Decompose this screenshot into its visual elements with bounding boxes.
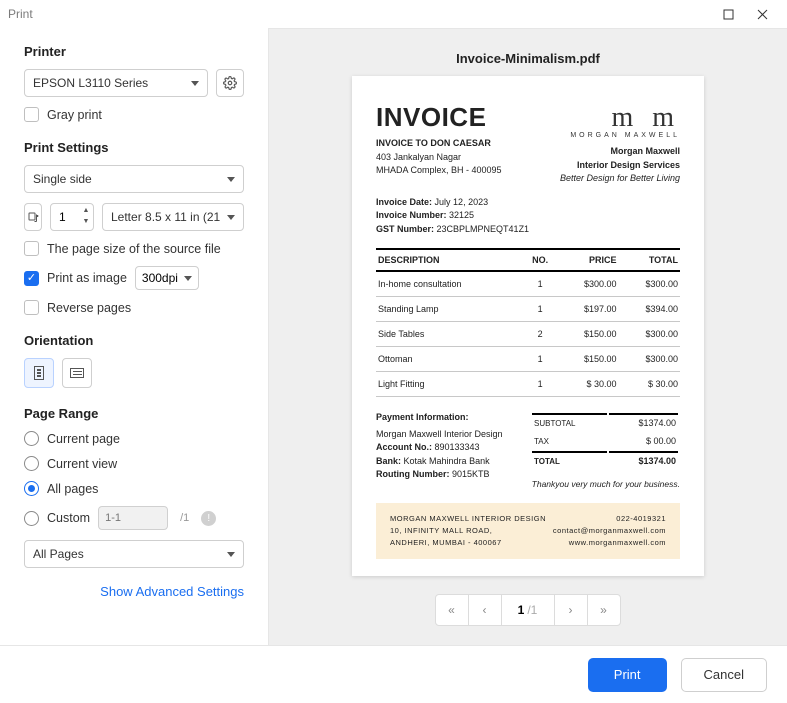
preview-page: INVOICE INVOICE TO DON CAESAR 403 Jankal… [352, 76, 704, 576]
from-sub: Interior Design Services [577, 160, 680, 170]
reverse-pages-checkbox[interactable] [24, 300, 39, 315]
range-custom-label: Custom [47, 511, 90, 525]
collate-button[interactable] [24, 203, 42, 231]
table-row: Light Fitting1$ 30.00$ 30.00 [376, 372, 680, 397]
gray-print-checkbox[interactable] [24, 107, 39, 122]
logo-icon: m m [560, 102, 680, 134]
paper-size-select[interactable]: Letter 8.5 x 11 in (21 [102, 203, 244, 231]
table-row: Ottoman1$150.00$300.00 [376, 347, 680, 372]
orientation-portrait-button[interactable] [24, 358, 54, 388]
pager-next-button[interactable]: › [554, 594, 588, 626]
range-current-page-label: Current page [47, 432, 120, 446]
dpi-select[interactable]: 300dpi [135, 266, 199, 290]
table-row: Side Tables2$150.00$300.00 [376, 322, 680, 347]
range-custom-input[interactable] [98, 506, 168, 530]
range-all-pages-label: All pages [47, 482, 98, 496]
copies-down[interactable]: ▼ [81, 216, 91, 227]
printer-section-title: Printer [24, 44, 244, 59]
printer-properties-button[interactable] [216, 69, 244, 97]
source-size-label: The page size of the source file [47, 242, 221, 256]
duplex-select[interactable]: Single side [24, 165, 244, 193]
range-current-view-label: Current view [47, 457, 117, 471]
range-custom-radio[interactable] [24, 511, 39, 526]
printer-select[interactable]: EPSON L3110 Series [24, 69, 208, 97]
table-row: Standing Lamp1$197.00$394.00 [376, 297, 680, 322]
close-button[interactable] [745, 0, 779, 28]
invoice-to: INVOICE TO DON CAESAR [376, 137, 502, 151]
print-settings-section-title: Print Settings [24, 140, 244, 155]
range-current-page-radio[interactable] [24, 431, 39, 446]
print-as-image-label: Print as image [47, 271, 127, 285]
settings-sidebar: Printer EPSON L3110 Series Gray print Pr… [0, 28, 268, 645]
range-custom-of: /1 [180, 512, 189, 524]
page-subset-select[interactable]: All Pages [24, 540, 244, 568]
cancel-button[interactable]: Cancel [681, 658, 767, 692]
preview-pager: « ‹ 1/1 › » [436, 594, 621, 626]
pager-prev-button[interactable]: ‹ [468, 594, 502, 626]
invoice-table: DESCRIPTION NO. PRICE TOTAL In-home cons… [376, 248, 680, 397]
window-title: Print [8, 7, 33, 21]
preview-area: Invoice-Minimalism.pdf INVOICE INVOICE T… [268, 28, 787, 645]
maximize-button[interactable] [711, 0, 745, 28]
table-row: In-home consultation1$300.00$300.00 [376, 271, 680, 297]
copies-up[interactable]: ▲ [81, 205, 91, 216]
pager-last-button[interactable]: » [587, 594, 621, 626]
logo-brand: MORGAN MAXWELL [560, 132, 680, 139]
range-all-pages-radio[interactable] [24, 481, 39, 496]
invoice-heading: INVOICE [376, 102, 502, 133]
dialog-footer: Print Cancel [0, 645, 787, 703]
print-as-image-checkbox[interactable] [24, 271, 39, 286]
preview-filename: Invoice-Minimalism.pdf [456, 51, 600, 66]
source-size-checkbox[interactable] [24, 241, 39, 256]
range-current-view-radio[interactable] [24, 456, 39, 471]
titlebar: Print [0, 0, 787, 28]
print-button[interactable]: Print [588, 658, 667, 692]
advanced-settings-link[interactable]: Show Advanced Settings [24, 584, 244, 599]
invoice-addr2: MHADA Complex, BH - 400095 [376, 164, 502, 178]
pager-page-indicator: 1/1 [501, 594, 555, 626]
orientation-section-title: Orientation [24, 333, 244, 348]
pager-first-button[interactable]: « [435, 594, 469, 626]
range-help-icon[interactable]: ! [201, 511, 216, 526]
page-range-section-title: Page Range [24, 406, 244, 421]
from-name: Morgan Maxwell [610, 146, 680, 156]
reverse-pages-label: Reverse pages [47, 301, 131, 315]
invoice-addr1: 403 Jankalyan Nagar [376, 151, 502, 165]
orientation-landscape-button[interactable] [62, 358, 92, 388]
gray-print-label: Gray print [47, 108, 102, 122]
from-tag: Better Design for Better Living [560, 172, 680, 186]
